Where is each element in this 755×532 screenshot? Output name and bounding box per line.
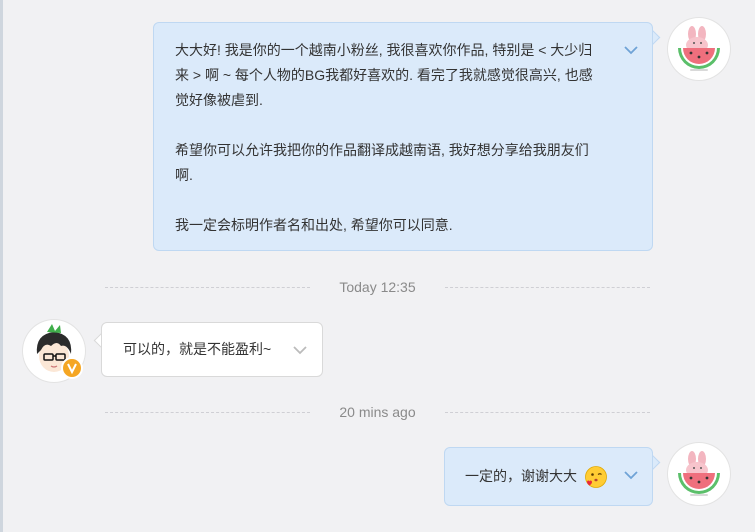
blowing-kiss-emoji-icon <box>584 466 607 489</box>
timestamp: 20 mins ago <box>339 404 416 420</box>
watermelon-bunny-avatar-icon <box>678 451 720 496</box>
self-avatar-2[interactable] <box>668 443 730 505</box>
timestamp-divider: 20 mins ago <box>105 402 650 422</box>
message-bubble-outgoing[interactable]: 大大好! 我是你的一个越南小粉丝, 我很喜欢你作品, 特别是 < 大少归来 > … <box>153 22 653 251</box>
message-paragraph: 希望你可以允许我把你的作品翻译成越南语, 我好想分享给我朋友们啊. <box>175 142 589 183</box>
message-paragraph: 我一定会标明作者名和出处, 希望你可以同意. <box>175 217 453 233</box>
window-edge <box>0 0 3 532</box>
message-text: 一定的，谢谢大大 <box>465 468 577 484</box>
message-text: 可以的，就是不能盈利~ <box>123 341 272 357</box>
chevron-down-icon[interactable] <box>623 42 639 58</box>
chevron-down-icon[interactable] <box>623 467 639 483</box>
timestamp: Today 12:35 <box>339 279 416 295</box>
message-paragraph: 大大好! 我是你的一个越南小粉丝, 我很喜欢你作品, 特别是 < 大少归来 > … <box>175 42 593 108</box>
self-avatar-1[interactable] <box>668 18 730 80</box>
v-badge-icon <box>61 357 83 379</box>
watermelon-bunny-avatar-icon <box>678 26 720 71</box>
message-bubble-outgoing[interactable]: 一定的，谢谢大大 <box>444 447 653 506</box>
timestamp-divider: Today 12:35 <box>105 277 650 297</box>
chevron-down-icon[interactable] <box>292 342 308 358</box>
message-bubble-incoming[interactable]: 可以的，就是不能盈利~ <box>101 322 323 377</box>
